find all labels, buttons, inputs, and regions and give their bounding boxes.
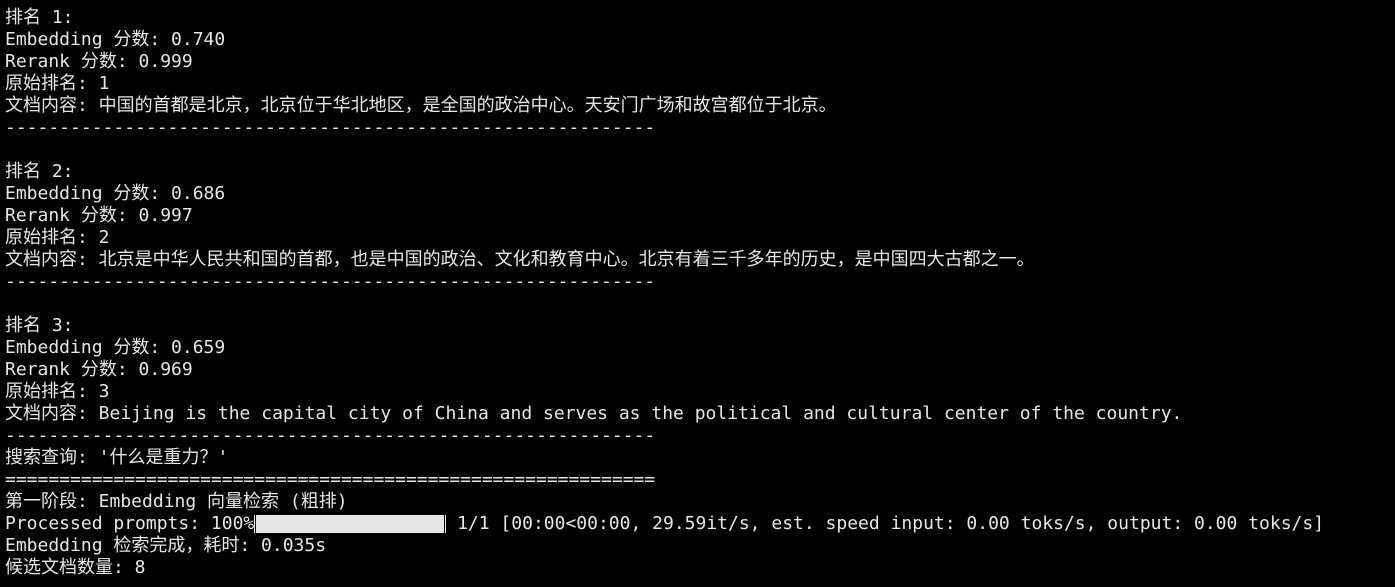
- progress-bar-left-cap: [254, 515, 256, 533]
- candidate-count-line: 候选文档数量: 8: [5, 557, 146, 578]
- progress-line: Processed prompts: 100% 1/1 [00:00<00:00…: [5, 513, 1395, 535]
- stage-heading: 第一阶段: Embedding 向量检索 (粗排): [5, 491, 348, 512]
- document-content: 文档内容: 北京是中华人民共和国的首都，也是中国的政治、文化和教育中心。北京有着…: [5, 249, 1035, 270]
- rerank-score: Rerank 分数: 0.969: [5, 359, 193, 380]
- original-rank: 原始排名: 2: [5, 227, 110, 248]
- result-rank: 排名 1:: [5, 7, 74, 28]
- original-rank: 原始排名: 3: [5, 381, 110, 402]
- embedding-score: Embedding 分数: 0.686: [5, 183, 226, 204]
- progress-prefix: Processed prompts: 100%: [5, 513, 255, 534]
- progress-bar: [256, 515, 445, 533]
- embedding-score: Embedding 分数: 0.740: [5, 29, 226, 50]
- retrieval-done-line: Embedding 检索完成，耗时: 0.035s: [5, 535, 327, 556]
- rerank-score: Rerank 分数: 0.999: [5, 51, 193, 72]
- embedding-score: Embedding 分数: 0.659: [5, 337, 226, 358]
- separator-line: ----------------------------------------…: [5, 425, 656, 446]
- progress-suffix: 1/1 [00:00<00:00, 29.59it/s, est. speed …: [446, 513, 1325, 534]
- double-separator-line: ========================================…: [5, 469, 656, 490]
- result-rank: 排名 3:: [5, 315, 74, 336]
- separator-line: ----------------------------------------…: [5, 271, 656, 292]
- progress-bar-fill: [256, 515, 445, 533]
- document-content: 文档内容: 中国的首都是北京，北京位于华北地区，是全国的政治中心。天安门广场和故…: [5, 95, 837, 116]
- rerank-score: Rerank 分数: 0.997: [5, 205, 193, 226]
- original-rank: 原始排名: 1: [5, 73, 110, 94]
- terminal-window[interactable]: 排名 1: Embedding 分数: 0.740 Rerank 分数: 0.9…: [0, 0, 1395, 587]
- separator-line: ----------------------------------------…: [5, 117, 656, 138]
- result-rank: 排名 2:: [5, 161, 74, 182]
- document-content: 文档内容: Beijing is the capital city of Chi…: [5, 403, 1183, 424]
- search-query-line: 搜索查询: '什么是重力？': [5, 447, 229, 468]
